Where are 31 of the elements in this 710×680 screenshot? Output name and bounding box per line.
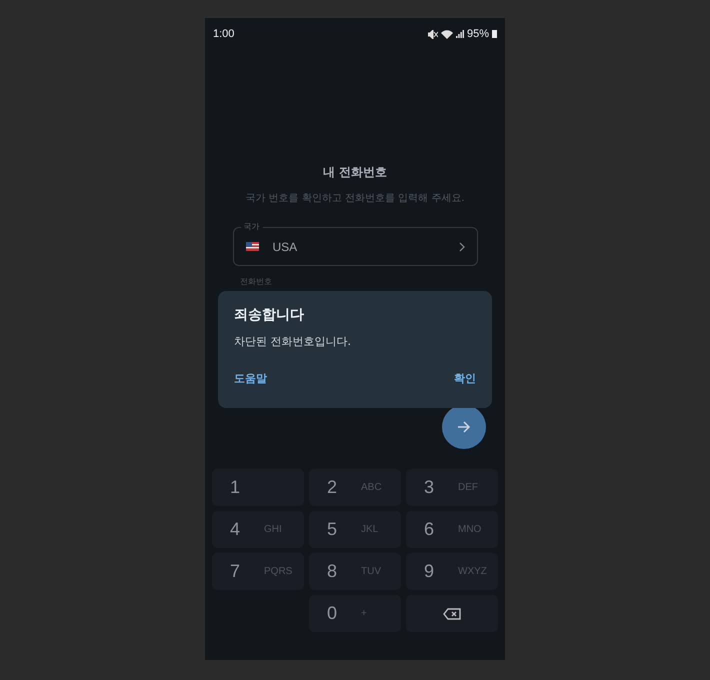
- chevron-icon: [458, 242, 464, 252]
- keypad-key[interactable]: 0 +: [309, 595, 401, 632]
- keypad-key[interactable]: 2 ABC: [309, 469, 401, 506]
- country-value: USA: [272, 240, 298, 254]
- field-label: 국가: [240, 221, 262, 232]
- backspace-key[interactable]: [406, 595, 498, 632]
- keypad-key[interactable]: 6 MNO: [406, 511, 498, 548]
- arrow-icon: [457, 421, 471, 433]
- field-label: 전화번호: [240, 276, 272, 287]
- keypad-key[interactable]: 4 GHI: [212, 511, 304, 548]
- dialog-button[interactable]: 도움말: [234, 371, 267, 386]
- status-time: 1:00: [213, 28, 234, 40]
- keypad-key[interactable]: 3 DEF: [406, 469, 498, 506]
- screen-subtitle: 국가 번호를 확인하고 전화번호를 입력해 주세요.: [245, 192, 465, 205]
- mute-icon: [428, 30, 438, 38]
- dialog-title: 죄송합니다: [234, 306, 305, 324]
- keypad-key[interactable]: 8 TUV: [309, 553, 401, 590]
- wifi-icon: [440, 30, 453, 38]
- keypad-key[interactable]: 1: [212, 469, 304, 506]
- keypad-key[interactable]: 7 PQRS: [212, 553, 304, 590]
- keypad-key[interactable]: 9 WXYZ: [406, 553, 498, 590]
- screen-title: 내 전화번호: [322, 164, 388, 181]
- keypad-key[interactable]: 5 JKL: [309, 511, 401, 548]
- dialog-button[interactable]: 확인: [454, 371, 476, 386]
- battery-level: 95%: [466, 28, 489, 40]
- flag-icon: [246, 242, 258, 251]
- signal-icon: [456, 30, 464, 38]
- dialog-message: 차단된 전화번호입니다.: [234, 334, 352, 349]
- battery-icon: [492, 30, 497, 38]
- backspace-icon: [443, 608, 461, 620]
- next-button[interactable]: [442, 405, 486, 449]
